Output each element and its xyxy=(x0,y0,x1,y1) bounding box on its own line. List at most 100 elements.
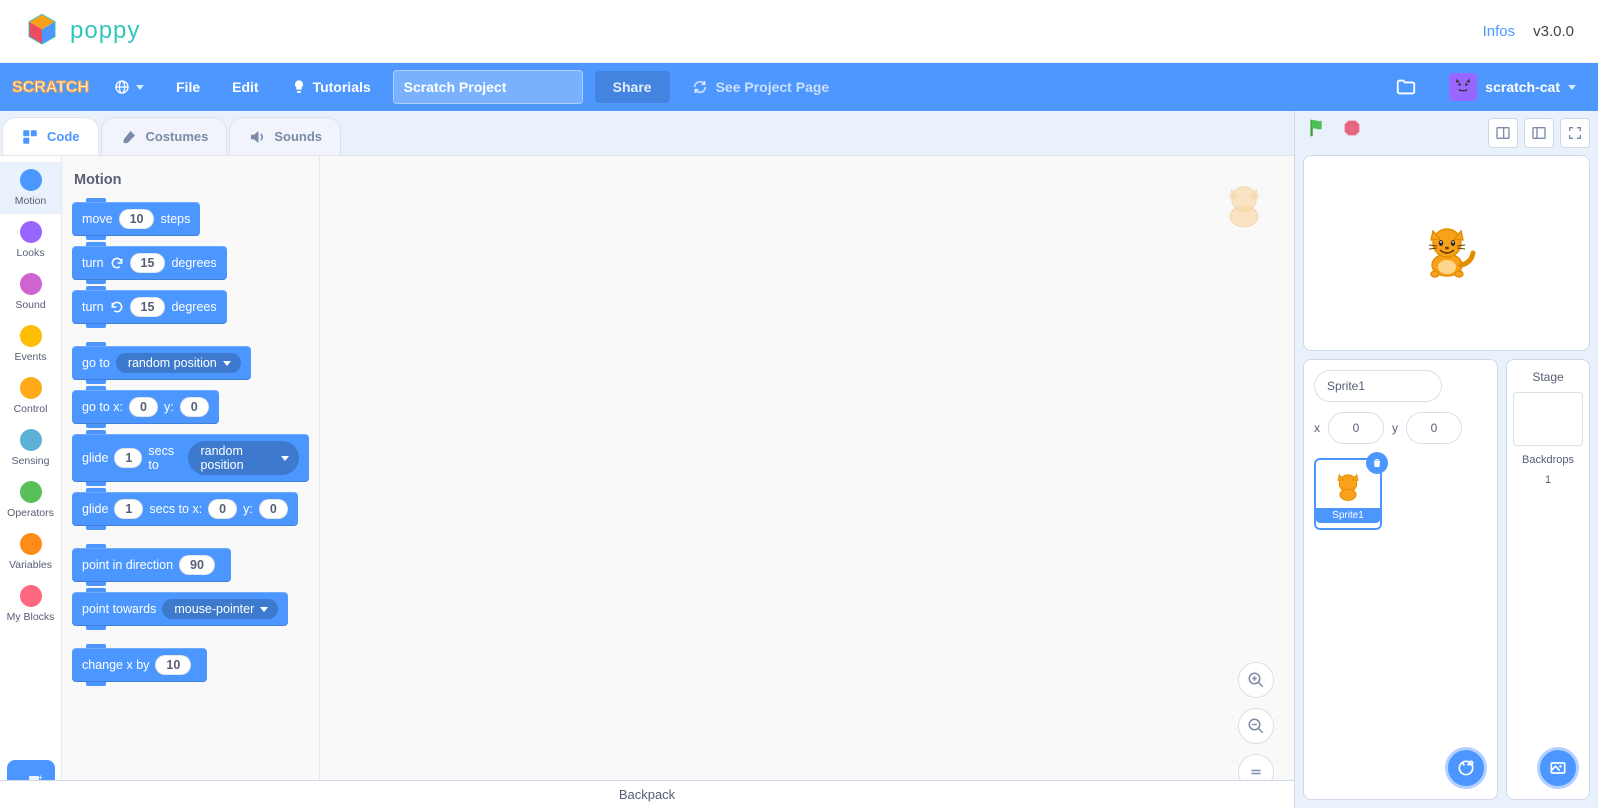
cat-plus-icon: + xyxy=(1456,758,1476,778)
motion-block[interactable]: go to x:0y:0 xyxy=(72,390,219,424)
add-backdrop-button[interactable] xyxy=(1537,747,1579,789)
caret-down-icon xyxy=(136,85,144,90)
edit-menu[interactable]: Edit xyxy=(222,73,268,101)
motion-block[interactable]: glide1secs torandom position xyxy=(72,434,309,482)
lightbulb-icon xyxy=(291,79,307,95)
motion-block[interactable]: glide1secs to x:0y:0 xyxy=(72,492,298,526)
username-label: scratch-cat xyxy=(1485,79,1560,95)
sprite-tile-label: Sprite1 xyxy=(1316,508,1380,523)
see-project-page-button[interactable]: See Project Page xyxy=(682,73,840,101)
stop-button[interactable] xyxy=(1341,117,1363,144)
category-events[interactable]: Events xyxy=(0,318,61,370)
category-motion[interactable]: Motion xyxy=(0,162,61,214)
motion-block[interactable]: point in direction90 xyxy=(72,548,231,582)
left-main: Code Costumes Sounds Motion Looks Sound Eve… xyxy=(0,111,1294,808)
category-label: Looks xyxy=(16,247,44,259)
zoom-in-button[interactable] xyxy=(1238,662,1274,698)
sprite-tile[interactable]: Sprite1 xyxy=(1314,458,1382,530)
category-label: Sound xyxy=(15,299,45,311)
stage-panel: Stage Backdrops 1 xyxy=(1506,359,1590,800)
equals-icon xyxy=(1247,763,1265,781)
block-categories: Motion Looks Sound Events ControlSensing Oper… xyxy=(0,156,62,808)
caret-down-icon xyxy=(223,361,231,366)
tutorials-button[interactable]: Tutorials xyxy=(281,73,381,101)
topbar-right: Infos v3.0.0 xyxy=(1483,23,1574,40)
svg-text:SCRATCH: SCRATCH xyxy=(12,79,89,96)
stage[interactable] xyxy=(1303,155,1590,351)
code-icon xyxy=(21,128,39,146)
category-looks[interactable]: Looks xyxy=(0,214,61,266)
account-menu[interactable]: scratch-cat xyxy=(1439,67,1586,107)
delete-sprite-button[interactable] xyxy=(1366,452,1388,474)
category-sensing[interactable]: Sensing xyxy=(0,422,61,474)
motion-block[interactable]: point towardsmouse-pointer xyxy=(72,592,288,626)
avatar-icon xyxy=(1449,73,1477,101)
add-sprite-button[interactable]: + xyxy=(1445,747,1487,789)
poppy-logo-icon xyxy=(24,13,60,49)
share-button[interactable]: Share xyxy=(595,71,670,103)
menu-bar: SCRATCH File Edit Tutorials Share See Pr… xyxy=(0,63,1598,111)
category-label: Events xyxy=(14,351,46,363)
tab-costumes[interactable]: Costumes xyxy=(101,117,228,155)
poppy-logo: poppy xyxy=(24,13,140,49)
stage-size-large-button[interactable] xyxy=(1524,118,1554,148)
tab-code[interactable]: Code xyxy=(2,117,99,155)
tutorials-label: Tutorials xyxy=(313,79,371,95)
tabs-row: Code Costumes Sounds xyxy=(0,111,1294,155)
backpack-label: Backpack xyxy=(619,787,675,802)
category-dot-icon xyxy=(20,481,42,503)
category-dot-icon xyxy=(20,585,42,607)
file-menu[interactable]: File xyxy=(166,73,210,101)
infos-link[interactable]: Infos xyxy=(1483,23,1516,40)
script-canvas[interactable] xyxy=(320,156,1294,808)
fullscreen-icon xyxy=(1567,125,1583,141)
sprite-y-input[interactable] xyxy=(1406,412,1462,444)
backpack-bar[interactable]: Backpack xyxy=(0,780,1294,808)
category-dot-icon xyxy=(20,325,42,347)
scratch-logo[interactable]: SCRATCH xyxy=(12,71,92,103)
sprite-name-input[interactable] xyxy=(1314,370,1442,402)
category-dot-icon xyxy=(20,533,42,555)
version-text: v3.0.0 xyxy=(1533,23,1574,40)
sprite-watermark xyxy=(1216,178,1272,239)
category-dot-icon xyxy=(20,273,42,295)
stage-thumbnail[interactable] xyxy=(1513,392,1583,446)
zoom-out-button[interactable] xyxy=(1238,708,1274,744)
stage-title: Stage xyxy=(1532,370,1563,384)
stage-fullscreen-button[interactable] xyxy=(1560,118,1590,148)
category-variables[interactable]: Variables xyxy=(0,526,61,578)
category-sound[interactable]: Sound xyxy=(0,266,61,318)
motion-block[interactable]: go torandom position xyxy=(72,346,251,380)
block-palette[interactable]: Motion move10stepsturn15degreesturn15deg… xyxy=(62,156,320,808)
category-operators[interactable]: Operators xyxy=(0,474,61,526)
speaker-icon xyxy=(248,128,266,146)
category-control[interactable]: Control xyxy=(0,370,61,422)
trash-icon xyxy=(1371,457,1383,469)
stage-sprite-render xyxy=(1415,219,1479,288)
motion-block[interactable]: turn15degrees xyxy=(72,290,227,324)
mystuff-button[interactable] xyxy=(1385,70,1427,104)
sprite-tiles: Sprite1 xyxy=(1314,454,1487,530)
stage-size-small-button[interactable] xyxy=(1488,118,1518,148)
language-selector[interactable] xyxy=(104,73,154,101)
category-my-blocks[interactable]: My Blocks xyxy=(0,578,61,630)
category-dot-icon xyxy=(20,221,42,243)
layout-large-icon xyxy=(1531,125,1547,141)
stage-bottom-area: x y Sprite1 xyxy=(1295,359,1598,808)
layout-small-icon xyxy=(1495,125,1511,141)
run-controls xyxy=(1307,117,1363,150)
category-dot-icon xyxy=(20,169,42,191)
tab-sounds[interactable]: Sounds xyxy=(229,117,341,155)
motion-block[interactable]: turn15degrees xyxy=(72,246,227,280)
green-flag-button[interactable] xyxy=(1307,117,1329,144)
rotate-ccw-icon xyxy=(110,300,124,314)
folder-icon xyxy=(1395,76,1417,98)
globe-icon xyxy=(114,79,130,95)
paintbrush-icon xyxy=(120,128,138,146)
project-title-input[interactable] xyxy=(393,70,583,104)
motion-block[interactable]: change x by10 xyxy=(72,648,207,682)
motion-block[interactable]: move10steps xyxy=(72,202,200,236)
sprite-x-input[interactable] xyxy=(1328,412,1384,444)
category-label: Operators xyxy=(7,507,54,519)
sprite-panel: x y Sprite1 xyxy=(1303,359,1498,800)
